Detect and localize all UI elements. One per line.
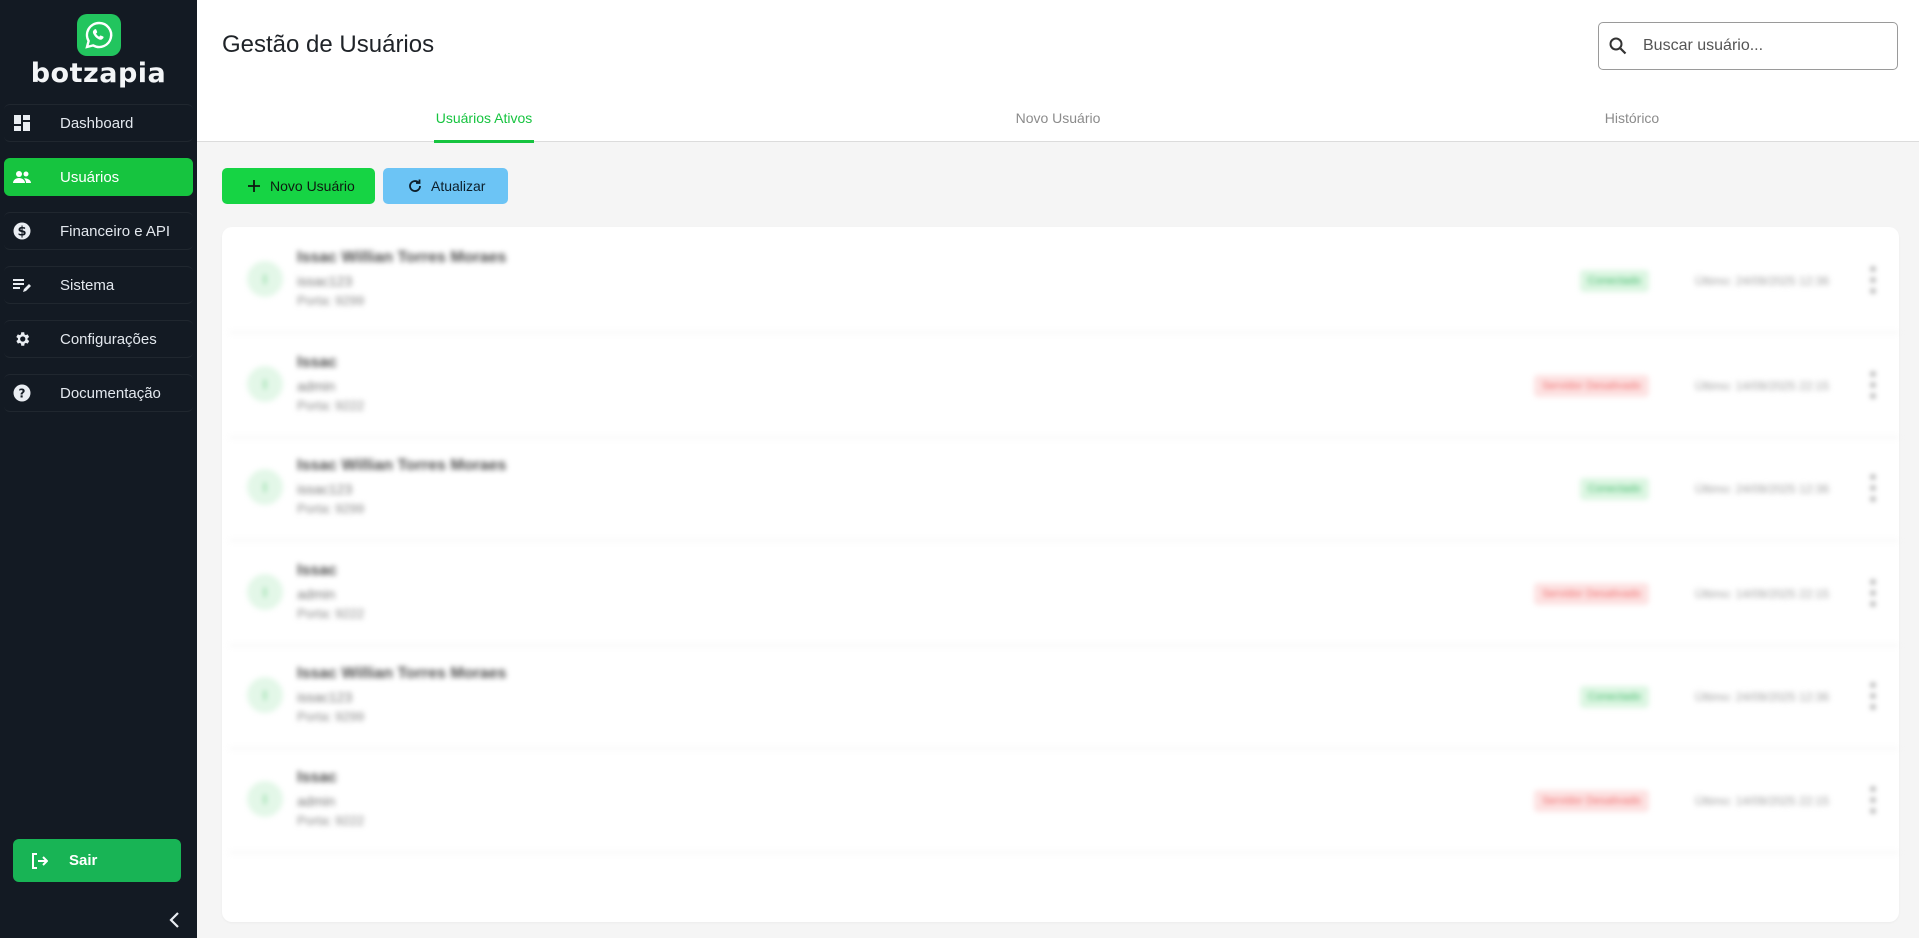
gear-icon [12,329,32,349]
sidebar: botzapia Dashboard Usuários $ Financeiro… [0,0,197,938]
sidebar-item-dashboard[interactable]: Dashboard [4,104,193,142]
sidebar-item-users[interactable]: Usuários [4,158,193,196]
svg-text:?: ? [19,387,26,401]
chevron-left-icon [167,911,181,934]
avatar: I [247,574,283,610]
more-options-icon[interactable] [1867,267,1879,293]
dashboard-icon [12,113,32,133]
user-row[interactable]: I Issac Willian Torres Moraes issac123 P… [229,437,1899,541]
dollar-icon: $ [12,221,32,241]
more-options-icon[interactable] [1867,683,1879,709]
user-row[interactable]: I Issac admin Porta: 9222 Servidor Desat… [229,542,1899,646]
user-row[interactable]: I Issac Willian Torres Moraes issac123 P… [229,229,1899,333]
status-badge: Conectado [1579,270,1649,292]
last-seen: Último: 14/09/2025 22:15 [1694,379,1829,393]
new-user-label: Novo Usuário [270,178,355,194]
collapse-sidebar-button[interactable] [162,910,186,934]
user-name: Issac Willian Torres Moraes [297,457,507,474]
brand: botzapia [0,0,197,102]
sidebar-item-label: Dashboard [60,114,134,132]
sidebar-item-label: Configurações [60,330,157,348]
user-login: admin [297,793,336,809]
page-title: Gestão de Usuários [222,31,435,58]
sidebar-item-label: Sistema [60,276,115,294]
users-list: I Issac Willian Torres Moraes issac123 P… [222,227,1899,922]
sidebar-item-label: Documentação [60,384,161,402]
logout-icon [29,851,49,871]
more-options-icon[interactable] [1867,580,1879,606]
sidebar-item-sistema[interactable]: Sistema [4,266,193,304]
search-box[interactable] [1598,22,1898,70]
plus-icon [246,178,262,194]
status-badge: Conectado [1579,478,1649,500]
sidebar-nav: Dashboard Usuários $ Financeiro e API Si… [0,104,197,412]
tab-label: Histórico [1604,110,1660,126]
tab-novo-usuario[interactable]: Novo Usuário [771,96,1345,142]
sidebar-item-configuracoes[interactable]: Configurações [4,320,193,358]
user-name: Issac [297,562,338,579]
brand-name: botzapia [30,58,167,89]
tab-active-indicator [434,140,534,143]
user-port: Porta: 9299 [297,709,365,724]
sidebar-item-label: Usuários [60,168,120,186]
user-row[interactable]: I Issac admin Porta: 9222 Servidor Desat… [229,334,1899,438]
user-port: Porta: 9299 [297,501,365,516]
tab-label: Novo Usuário [1015,110,1101,126]
more-options-icon[interactable] [1867,372,1879,398]
more-options-icon[interactable] [1867,787,1879,813]
avatar: I [247,366,283,402]
status-badge: Servidor Desativado [1533,790,1649,812]
last-seen: Último: 24/09/2025 12:36 [1694,482,1829,496]
user-login: issac123 [297,481,353,497]
sidebar-item-financeiro[interactable]: $ Financeiro e API [4,212,193,250]
last-seen: Último: 24/09/2025 12:36 [1694,274,1829,288]
svg-text:$: $ [17,225,26,240]
tab-label: Usuários Ativos [435,110,533,126]
whatsapp-phone-icon [76,14,121,56]
user-login: admin [297,378,336,394]
user-row[interactable]: I Issac admin Porta: 9222 Servidor Desat… [229,749,1899,853]
search-icon [1607,35,1629,57]
page-header: Gestão de Usuários Usuários Ativos Novo … [197,0,1919,143]
tabs: Usuários Ativos Novo Usuário Histórico [197,96,1919,143]
user-name: Issac [297,769,338,786]
more-options-icon[interactable] [1867,475,1879,501]
user-port: Porta: 9222 [297,606,365,621]
edit-list-icon [12,275,32,295]
user-login: issac123 [297,273,353,289]
user-login: admin [297,586,336,602]
user-port: Porta: 9299 [297,293,365,308]
status-badge: Conectado [1579,686,1649,708]
new-user-button[interactable]: Novo Usuário [222,168,375,204]
sidebar-item-label: Financeiro e API [60,222,171,240]
status-badge: Servidor Desativado [1533,375,1649,397]
last-seen: Último: 14/09/2025 22:15 [1694,794,1829,808]
avatar: I [247,677,283,713]
user-port: Porta: 9222 [297,813,365,828]
user-login: issac123 [297,689,353,705]
user-row[interactable]: I Issac Willian Torres Moraes issac123 P… [229,645,1899,749]
refresh-icon [407,178,423,194]
refresh-label: Atualizar [431,178,486,194]
user-name: Issac Willian Torres Moraes [297,249,507,266]
user-port: Porta: 9222 [297,398,365,413]
last-seen: Último: 24/09/2025 12:36 [1694,690,1829,704]
user-name: Issac [297,354,338,371]
search-input[interactable] [1641,36,1885,56]
last-seen: Último: 14/09/2025 22:15 [1694,587,1829,601]
users-icon [12,167,32,187]
logout-button[interactable]: Sair [13,839,181,882]
status-badge: Servidor Desativado [1533,583,1649,605]
sidebar-item-documentacao[interactable]: ? Documentação [4,374,193,412]
tab-usuarios-ativos[interactable]: Usuários Ativos [197,96,771,143]
avatar: I [247,469,283,505]
logout-label: Sair [69,852,98,869]
tab-historico[interactable]: Histórico [1345,96,1919,142]
avatar: I [247,781,283,817]
avatar: I [247,261,283,297]
refresh-button[interactable]: Atualizar [383,168,508,204]
user-name: Issac Willian Torres Moraes [297,665,507,682]
help-icon: ? [12,383,32,403]
